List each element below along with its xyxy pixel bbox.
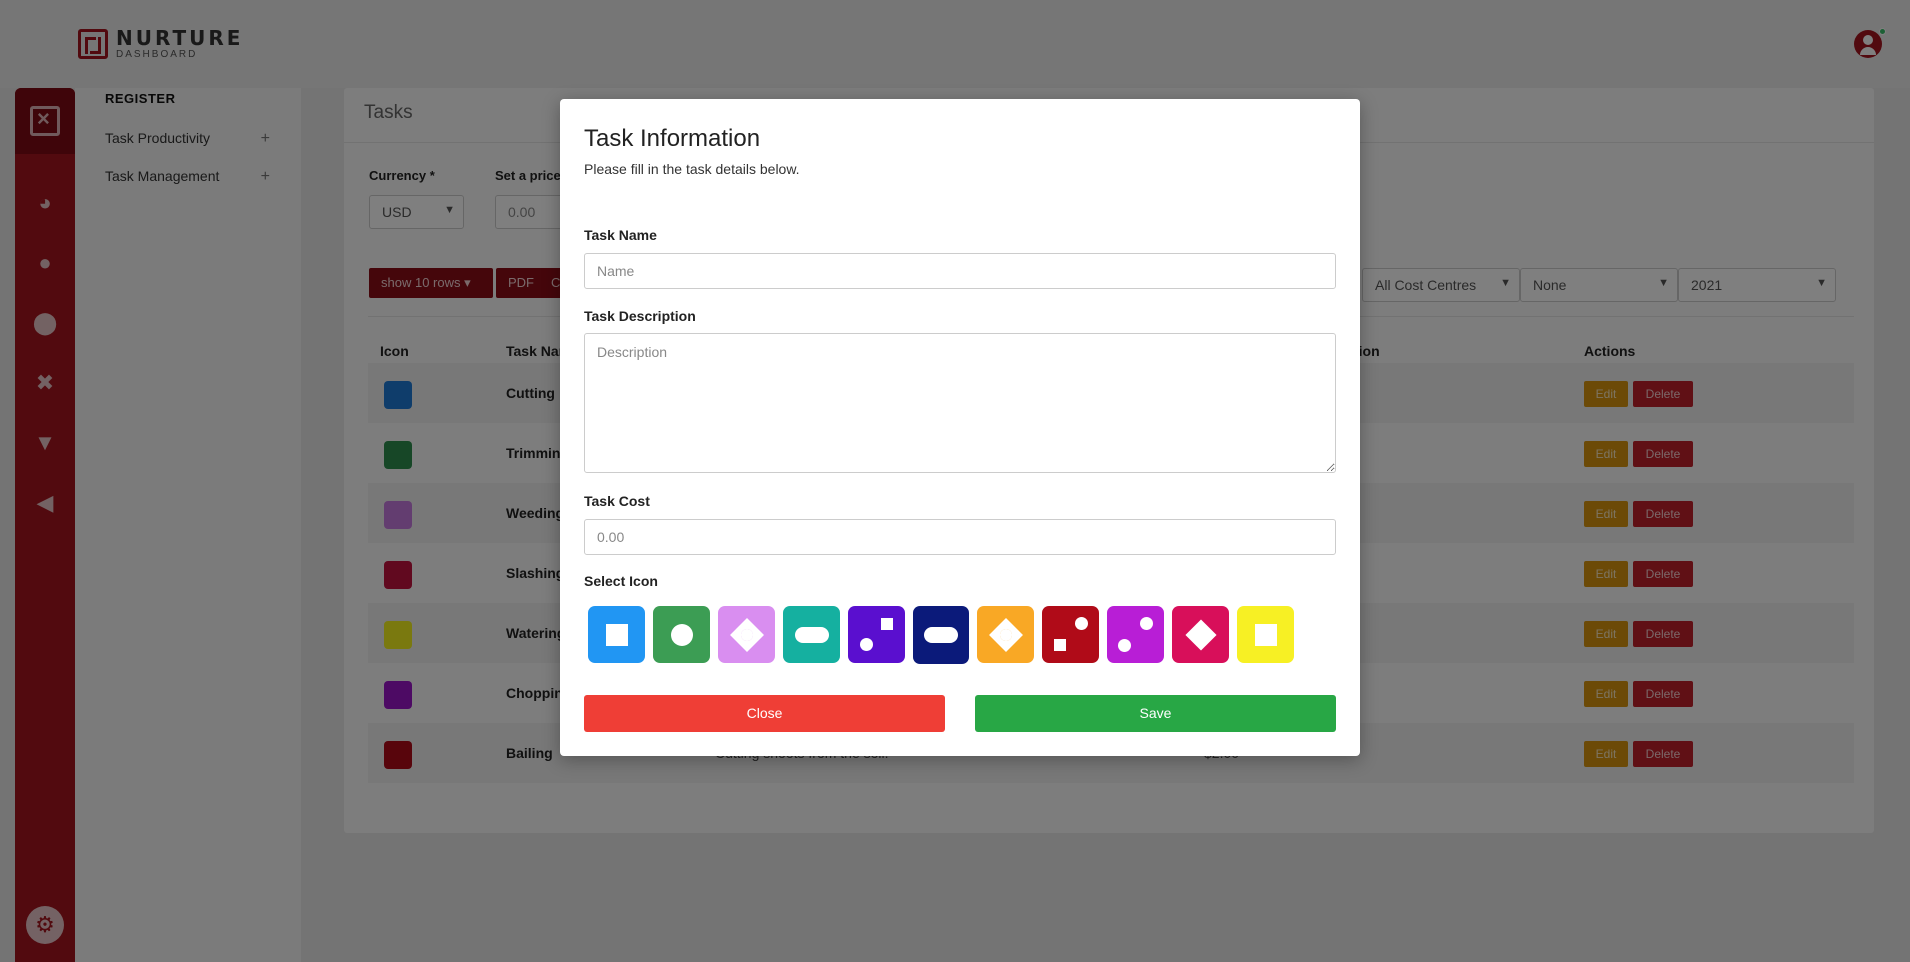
task-description-label: Task Description (584, 308, 696, 324)
icon-option-square-icon[interactable] (588, 606, 645, 663)
icon-option-circle-icon[interactable] (653, 606, 710, 663)
task-information-modal: Task Information Please fill in the task… (560, 99, 1360, 756)
save-button[interactable]: Save (975, 695, 1336, 732)
task-cost-label: Task Cost (584, 493, 650, 509)
icon-option-diamond-ring-icon[interactable] (718, 606, 775, 663)
task-name-label: Task Name (584, 227, 657, 243)
icon-option-square-icon[interactable] (1237, 606, 1294, 663)
close-button[interactable]: Close (584, 695, 945, 732)
icon-option-diamond-ring-icon[interactable] (977, 606, 1034, 663)
icon-option-pill-icon[interactable] (913, 606, 969, 664)
icon-picker (588, 606, 1294, 664)
icon-option-dot-square-icon[interactable] (1042, 606, 1099, 663)
task-name-input[interactable] (584, 253, 1336, 289)
task-description-input[interactable] (584, 333, 1336, 473)
modal-title: Task Information (584, 125, 761, 152)
select-icon-label: Select Icon (584, 573, 658, 589)
icon-option-pill-icon[interactable] (783, 606, 840, 663)
icon-option-two-dots-icon[interactable] (1107, 606, 1164, 663)
task-cost-input[interactable] (584, 519, 1336, 555)
icon-option-diamond-icon[interactable] (1172, 606, 1229, 663)
icon-option-square-dot-icon[interactable] (848, 606, 905, 663)
modal-subtitle: Please fill in the task details below. (584, 161, 800, 177)
